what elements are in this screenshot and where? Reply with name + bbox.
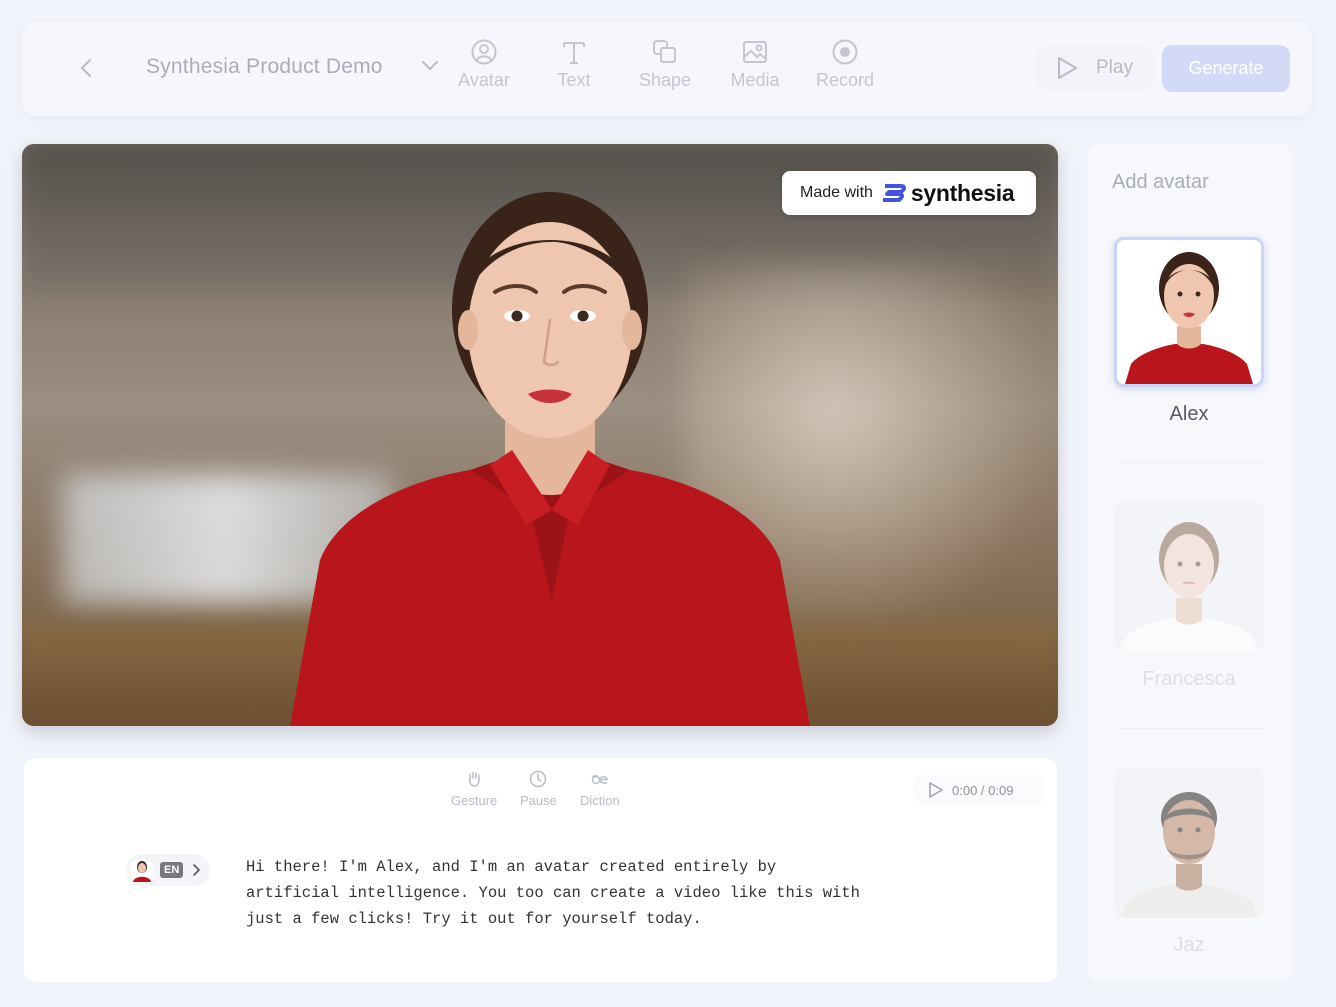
chevron-down-icon [422,61,438,70]
play-icon [1058,57,1077,79]
avatar-side-panel: Add avatar Alex Francesca Jaz [1088,144,1292,982]
gesture-icon [469,771,480,787]
pause-button[interactable]: Pause [520,770,557,808]
language-badge: EN [160,862,184,878]
avatar-name-label: Francesca [1142,668,1236,690]
synthesia-brand-name: synthesia [910,179,1015,206]
script-text-editor[interactable]: Hi there! I'm Alex, and I'm an avatar cr… [246,854,926,932]
avatar-divider [1118,728,1264,729]
side-panel-title: Add avatar [1112,171,1209,193]
play-icon [929,782,943,798]
made-with-synthesia-badge: Made with synthesia [782,171,1036,215]
avatar-thumbnail [1114,237,1264,387]
alex-avatar-image [1125,252,1253,384]
diction-button[interactable]: Diction [580,770,620,808]
back-button[interactable] [74,55,98,81]
clock-icon [530,770,547,788]
play-button-label: Play [1096,57,1133,78]
tool-record-label: Record [815,70,875,90]
chevron-right-icon [193,864,201,876]
avatar-thumbnail [1114,768,1264,918]
synthesia-logo-icon [882,184,906,202]
timer-readout: 0:00 / 0:09 [952,782,1014,798]
video-preview[interactable]: Made with synthesia [22,144,1058,726]
project-title[interactable]: Synthesia Product Demo [146,55,383,79]
tool-text[interactable]: Text [535,38,613,91]
jaz-avatar-image [1120,792,1258,918]
generate-button[interactable]: Generate [1162,45,1290,92]
tool-avatar[interactable]: Avatar [445,38,523,91]
diction-label: Diction [580,793,620,808]
avatar-option-francesca[interactable]: Francesca [1114,502,1264,691]
avatar-thumbnail-icon [130,858,154,882]
project-menu-toggle[interactable] [420,58,440,77]
avatar-option-jaz[interactable]: Jaz [1114,768,1264,957]
avatar-icon [471,39,497,65]
pause-label: Pause [520,793,557,808]
voice-language-selector[interactable]: EN [126,854,210,886]
tool-shape-label: Shape [638,70,692,90]
tool-record[interactable]: Record [806,38,884,91]
avatar-divider [1118,462,1264,463]
tool-media-label: Media [730,70,780,90]
avatar-option-alex[interactable]: Alex [1114,237,1264,426]
chevron-left-icon [81,59,91,77]
avatar-name-label: Alex [1169,403,1209,425]
media-icon [743,41,767,63]
text-icon [563,42,585,64]
diction-icon [591,775,608,785]
play-button[interactable]: Play [1036,45,1154,91]
gesture-button[interactable]: Gesture [451,770,497,808]
francesca-avatar-image [1120,522,1258,652]
gesture-label: Gesture [451,793,498,808]
made-with-label: Made with [800,184,873,201]
preview-play-timer[interactable]: 0:00 / 0:09 [914,775,1044,805]
editor-toolbar: Synthesia Product Demo Avatar Text Shape… [22,22,1312,116]
shape-icon [653,40,676,63]
record-icon [832,39,858,65]
tool-text-label: Text [557,70,591,90]
tool-media[interactable]: Media [716,38,794,91]
tool-avatar-label: Avatar [458,70,510,90]
presenter-avatar-image [290,192,810,726]
script-panel: Gesture Pause Diction 0:00 / 0:09 EN Hi … [24,758,1057,982]
avatar-thumbnail [1114,502,1264,652]
tool-shape[interactable]: Shape [626,38,704,91]
avatar-name-label: Jaz [1173,934,1205,956]
